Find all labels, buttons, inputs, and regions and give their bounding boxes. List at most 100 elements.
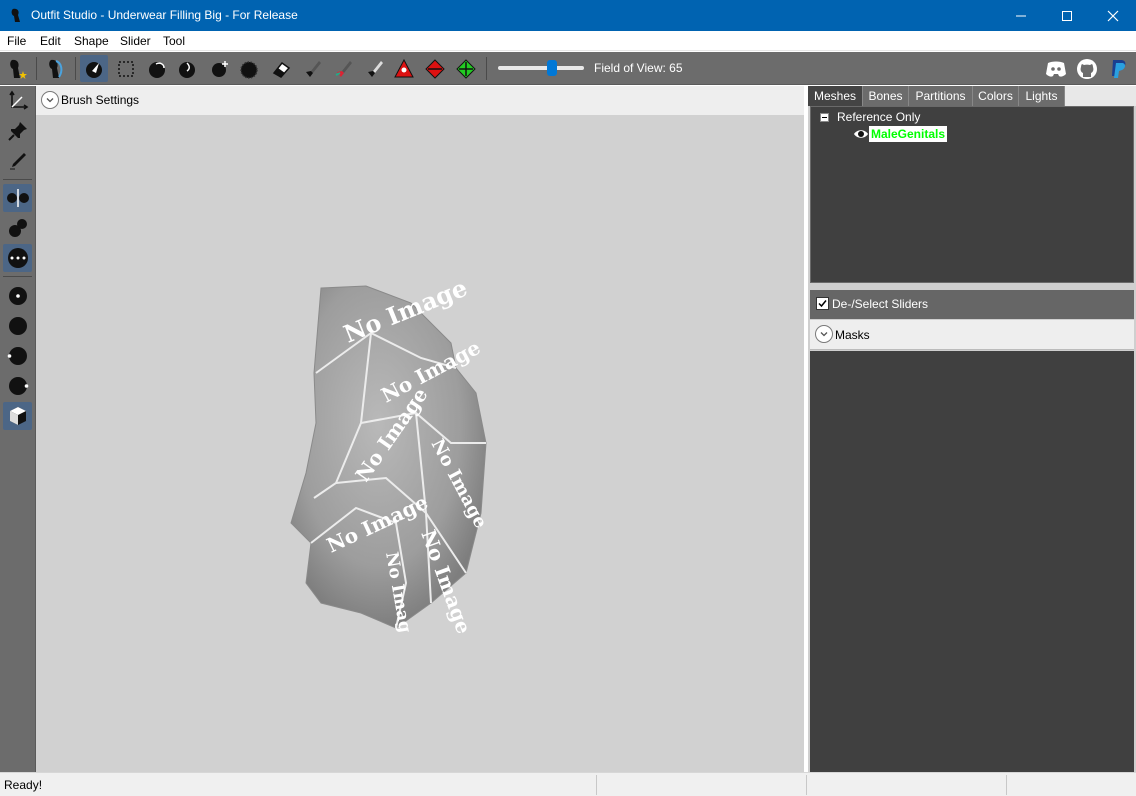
paypal-icon — [1112, 59, 1126, 78]
transform-tool-button[interactable] — [3, 87, 32, 115]
weight-paint-button[interactable] — [329, 55, 357, 82]
move-brush-icon — [212, 60, 228, 77]
tab-colors[interactable]: Colors — [973, 86, 1019, 106]
status-separator — [806, 775, 807, 795]
menu-bar: File Edit Shape Slider Tool — [0, 31, 1136, 51]
collapse-vertex-button[interactable] — [390, 55, 418, 82]
collapse-vertex-icon — [394, 58, 414, 77]
deselect-sliders-checkbox[interactable] — [816, 297, 829, 310]
panel-tabs: Meshes Bones Partitions Colors Lights — [808, 86, 1136, 106]
discord-button[interactable] — [1042, 55, 1070, 82]
discord-icon — [1046, 61, 1066, 77]
masks-label: Masks — [835, 328, 870, 342]
view-right-icon — [8, 377, 28, 395]
brush-settings-label: Brush Settings — [61, 93, 140, 107]
close-icon — [1107, 10, 1119, 21]
menu-file[interactable]: File — [7, 34, 26, 48]
tab-bones[interactable]: Bones — [863, 86, 909, 106]
status-bar: Ready! — [0, 772, 1136, 796]
inflate-brush-button[interactable] — [143, 55, 171, 82]
mask-brush-button[interactable] — [298, 55, 326, 82]
select-brush-icon — [86, 61, 102, 78]
load-outfit-button[interactable] — [42, 55, 70, 82]
split-edge-icon — [456, 58, 476, 79]
status-text: Ready! — [4, 778, 43, 792]
tab-partitions[interactable]: Partitions — [909, 86, 973, 106]
global-brush-button[interactable] — [3, 244, 32, 272]
slider-track — [498, 66, 584, 70]
paypal-button[interactable] — [1104, 55, 1132, 82]
dotted-sphere-icon — [7, 248, 28, 268]
tree-item-mesh[interactable]: MaleGenitals — [869, 126, 948, 142]
masks-header[interactable]: Masks — [810, 320, 1134, 350]
eye-icon[interactable] — [853, 127, 869, 141]
new-project-button[interactable] — [3, 55, 31, 82]
title-bar: Outfit Studio - Underwear Filling Big - … — [0, 0, 1136, 31]
tab-lights[interactable]: Lights — [1019, 86, 1065, 106]
view-back-button[interactable] — [3, 312, 32, 340]
pivot-tool-button[interactable] — [3, 117, 32, 145]
panel-splitter[interactable] — [808, 283, 1136, 289]
chevron-down-icon[interactable] — [815, 325, 833, 343]
flip-edge-icon — [425, 58, 445, 79]
color-paint-icon — [368, 60, 383, 77]
pencil-icon — [9, 153, 26, 170]
close-button[interactable] — [1090, 0, 1136, 31]
view-front-button[interactable] — [3, 282, 32, 310]
flip-edge-button[interactable] — [421, 55, 449, 82]
mask-brush-icon — [306, 60, 321, 77]
smooth-brush-button[interactable] — [235, 55, 263, 82]
chevron-down-icon[interactable] — [41, 91, 59, 109]
deflate-brush-button[interactable] — [173, 55, 201, 82]
main-toolbar: Field of View: 65 — [0, 52, 1136, 85]
pin-icon — [7, 122, 27, 141]
maximize-button[interactable] — [1044, 0, 1090, 31]
field-of-view-slider[interactable] — [498, 60, 584, 76]
status-separator — [596, 775, 597, 795]
view-right-button[interactable] — [3, 372, 32, 400]
perspective-toggle-button[interactable] — [3, 402, 32, 430]
transform-icon — [118, 60, 134, 77]
split-edge-button[interactable] — [452, 55, 480, 82]
collapse-icon[interactable] — [820, 113, 829, 122]
x-mirror-button[interactable] — [3, 184, 32, 212]
3d-viewport[interactable]: No Image No Image No Image No Image No I… — [36, 115, 804, 772]
github-icon — [1077, 58, 1097, 79]
deflate-brush-icon — [179, 61, 195, 78]
mirror-icon — [6, 189, 29, 207]
color-paint-button[interactable] — [360, 55, 388, 82]
brush-settings-header[interactable]: Brush Settings — [36, 86, 804, 115]
menu-slider[interactable]: Slider — [120, 34, 151, 48]
load-outfit-icon — [49, 59, 63, 78]
view-left-icon — [7, 347, 27, 365]
slider-list[interactable] — [810, 351, 1134, 772]
view-center-icon — [8, 287, 27, 305]
cube-icon — [9, 407, 26, 425]
left-tool-strip — [0, 86, 36, 772]
weight-paint-icon — [335, 60, 352, 77]
toolbar-separator — [75, 57, 76, 80]
menu-edit[interactable]: Edit — [40, 34, 61, 48]
menu-shape[interactable]: Shape — [74, 34, 109, 48]
view-left-button[interactable] — [3, 342, 32, 370]
tab-meshes[interactable]: Meshes — [808, 86, 863, 106]
transform-arrows-icon — [8, 90, 28, 110]
transform-button[interactable] — [112, 55, 140, 82]
field-of-view-label: Field of View: 65 — [594, 61, 683, 75]
vertex-edit-tool-button[interactable] — [3, 147, 32, 175]
connected-spheres-icon — [8, 219, 27, 237]
select-brush-button[interactable] — [80, 55, 108, 82]
minimize-button[interactable] — [998, 0, 1044, 31]
status-separator — [1006, 775, 1007, 795]
toolbar-separator — [486, 57, 487, 80]
mesh-tree[interactable]: Reference Only MaleGenitals — [810, 106, 1134, 283]
slider-thumb[interactable] — [547, 60, 557, 76]
undiff-brush-button[interactable] — [267, 55, 295, 82]
github-button[interactable] — [1073, 55, 1101, 82]
menu-tool[interactable]: Tool — [163, 34, 185, 48]
connected-only-button[interactable] — [3, 214, 32, 242]
tree-group-reference[interactable]: Reference Only — [837, 110, 920, 124]
checkmark-icon — [818, 300, 827, 308]
move-brush-button[interactable] — [205, 55, 233, 82]
inflate-brush-icon — [149, 61, 165, 78]
